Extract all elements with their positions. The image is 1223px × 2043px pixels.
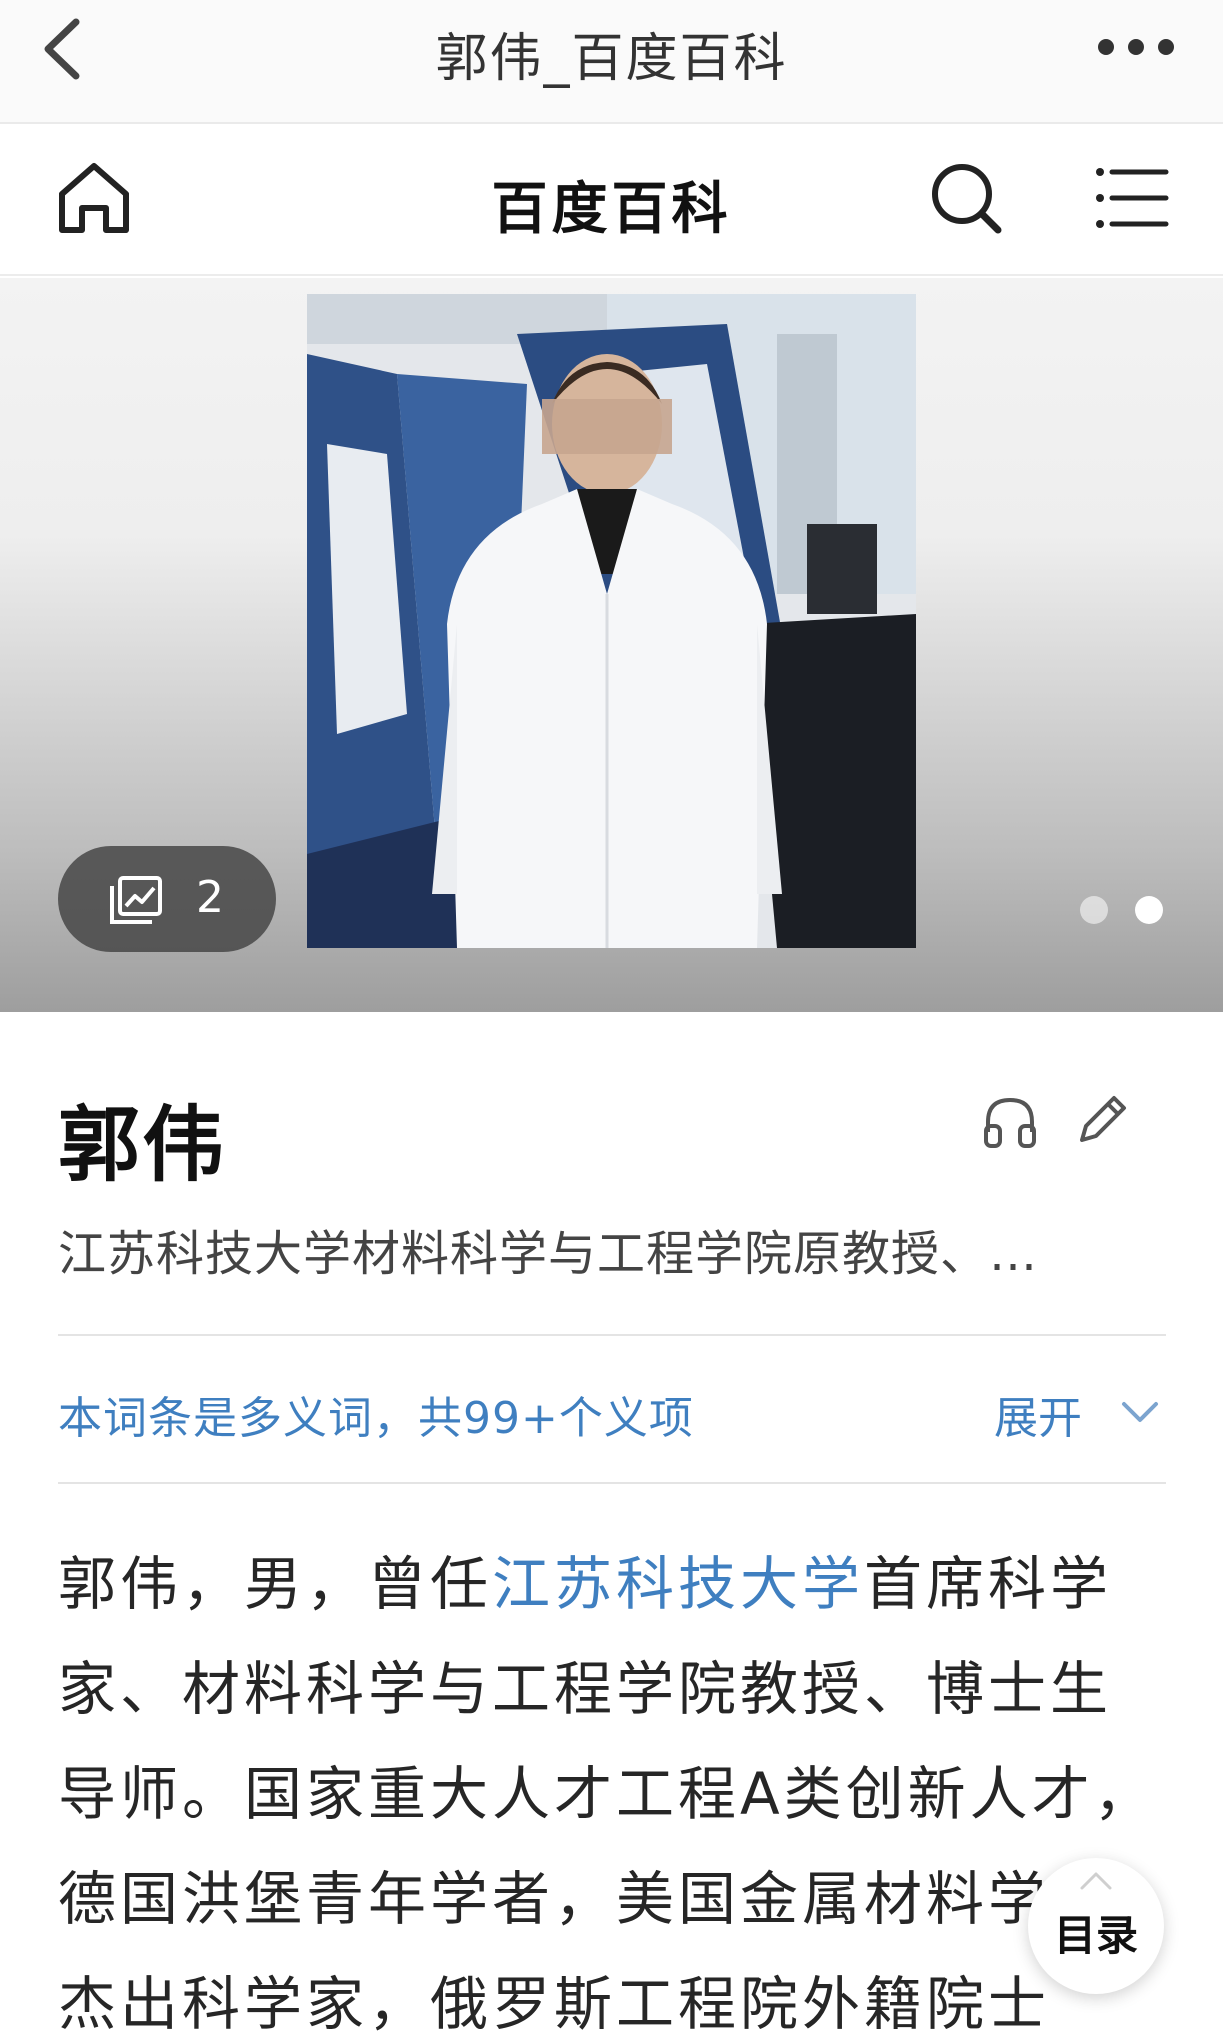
table-of-contents-button[interactable]: 目录 [1028, 1858, 1164, 1994]
university-link[interactable]: 江苏科技大学 [492, 1550, 864, 1618]
gallery-icon [110, 876, 162, 924]
body-text-segment: 首席科学 [864, 1550, 1113, 1618]
chevron-up-icon [1080, 1872, 1112, 1890]
body-line-1: 郭伟，男，曾任江苏科技大学首席科学 [58, 1532, 1178, 1637]
body-line-4: 德国洪堡青年学者，美国金属材料学 [58, 1865, 1051, 1933]
pencil-edit-icon[interactable] [1072, 1090, 1132, 1150]
polysemy-note[interactable]: 本词条是多义词，共99+个义项 [58, 1382, 694, 1446]
search-icon[interactable] [926, 158, 1006, 238]
body-text-segment: 郭伟，男，曾任 [58, 1550, 493, 1618]
gallery-count: 2 [196, 872, 224, 923]
slide-dot-1[interactable] [1080, 896, 1108, 924]
entry-body: 郭伟，男，曾任江苏科技大学首席科学 家、材料科学与工程学院教授、博士生 导师。国… [58, 1532, 1178, 2043]
toc-label: 目录 [1053, 1911, 1138, 1960]
headphones-icon[interactable] [980, 1092, 1040, 1152]
slide-dot-2-active[interactable] [1135, 896, 1163, 924]
body-line-2: 家、材料科学与工程学院教授、博士生 [58, 1655, 1113, 1723]
hero-gallery[interactable]: 2 [0, 278, 1223, 1012]
divider [58, 1482, 1166, 1484]
browser-top-bar: 郭伟_百度百科 [0, 0, 1223, 124]
baike-nav-bar: 百度百科 [0, 126, 1223, 276]
divider [58, 1334, 1166, 1336]
body-line-3: 导师。国家重大人才工程A类创新人才， [58, 1760, 1156, 1828]
entry-title: 郭伟 [58, 1098, 227, 1193]
page-title: 郭伟_百度百科 [435, 29, 788, 89]
entry-summary: 江苏科技大学材料科学与工程学院原教授、… [58, 1226, 1039, 1282]
slide-indicator [1080, 896, 1163, 926]
body-line-5: 杰出科学家，俄罗斯工程院外籍院士 [58, 1970, 1051, 2038]
menu-list-icon[interactable] [1094, 160, 1170, 236]
person-photo-illustration [307, 294, 916, 948]
more-options-icon[interactable] [1091, 22, 1181, 72]
person-photo[interactable] [307, 294, 916, 948]
expand-button[interactable]: 展开 [994, 1382, 1082, 1446]
gallery-count-badge[interactable]: 2 [58, 846, 276, 952]
chevron-down-icon[interactable] [1118, 1394, 1162, 1430]
baike-brand-title[interactable]: 百度百科 [0, 164, 1223, 245]
